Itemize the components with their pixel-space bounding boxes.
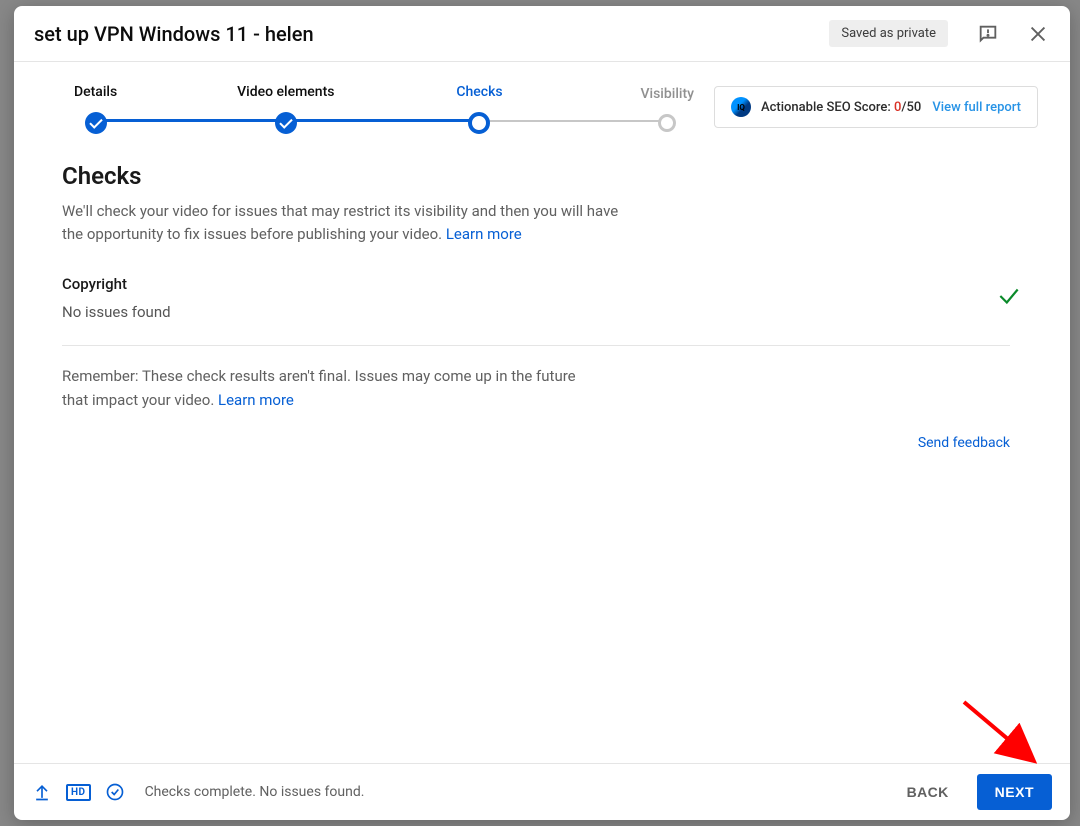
step-label: Checks [456,84,502,100]
seo-score-label: Actionable SEO Score: 0/50 [761,100,921,115]
dialog-body: Checks We'll check your video for issues… [14,150,1070,763]
check-ok-icon [105,782,125,802]
dialog-footer: HD Checks complete. No issues found. BAC… [14,763,1070,820]
checks-intro-text: We'll check your video for issues that m… [62,202,618,243]
checks-heading: Checks [62,162,1022,190]
copyright-row: Copyright No issues found [62,275,1022,321]
close-icon[interactable] [1026,22,1050,46]
step-connector [87,119,285,122]
copyright-title: Copyright [62,275,980,293]
step-label: Details [74,84,117,100]
stepper-row: Details Video elements Checks Visibility… [14,62,1070,150]
step-connector [475,120,673,122]
step-label: Visibility [641,86,694,102]
checkmark-icon [275,112,297,134]
send-feedback-row: Send feedback [62,432,1022,451]
seo-label-prefix: Actionable SEO Score: [761,100,894,115]
seo-plugin-icon: IQ [731,97,751,117]
copyright-status: No issues found [62,303,980,321]
upload-stepper: Details Video elements Checks Visibility [74,80,694,134]
step-details[interactable]: Details [74,84,117,134]
step-checks[interactable]: Checks [456,84,502,134]
checks-intro: We'll check your video for issues that m… [62,200,622,247]
step-connector [286,119,484,122]
checkmark-ok-icon [996,283,1022,313]
feedback-icon[interactable] [976,22,1000,46]
learn-more-link[interactable]: Learn more [218,391,294,409]
seo-view-report-link[interactable]: View full report [932,100,1021,115]
hd-icon: HD [66,784,91,801]
remember-body: Remember: These check results aren't fin… [62,367,576,409]
current-step-icon [468,112,490,134]
remember-text: Remember: These check results aren't fin… [62,364,602,412]
hd-badge-text: HD [66,784,91,801]
upload-icon [32,782,52,802]
divider [62,345,1010,346]
send-feedback-link[interactable]: Send feedback [918,435,1010,451]
dialog-title: set up VPN Windows 11 - helen [34,22,817,46]
seo-score-suffix: /50 [901,100,921,115]
future-step-icon [658,114,676,132]
upload-dialog: set up VPN Windows 11 - helen Saved as p… [14,6,1070,820]
save-status-pill: Saved as private [829,20,948,47]
step-visibility[interactable]: Visibility [641,86,694,132]
footer-status: Checks complete. No issues found. [145,784,879,800]
step-label: Video elements [237,84,334,100]
checkmark-icon [85,112,107,134]
next-button[interactable]: NEXT [977,774,1052,810]
seo-score-card: IQ Actionable SEO Score: 0/50 View full … [714,86,1038,128]
step-video-elements[interactable]: Video elements [237,84,334,134]
dialog-header: set up VPN Windows 11 - helen Saved as p… [14,6,1070,62]
back-button[interactable]: BACK [893,774,963,810]
learn-more-link[interactable]: Learn more [446,225,522,243]
